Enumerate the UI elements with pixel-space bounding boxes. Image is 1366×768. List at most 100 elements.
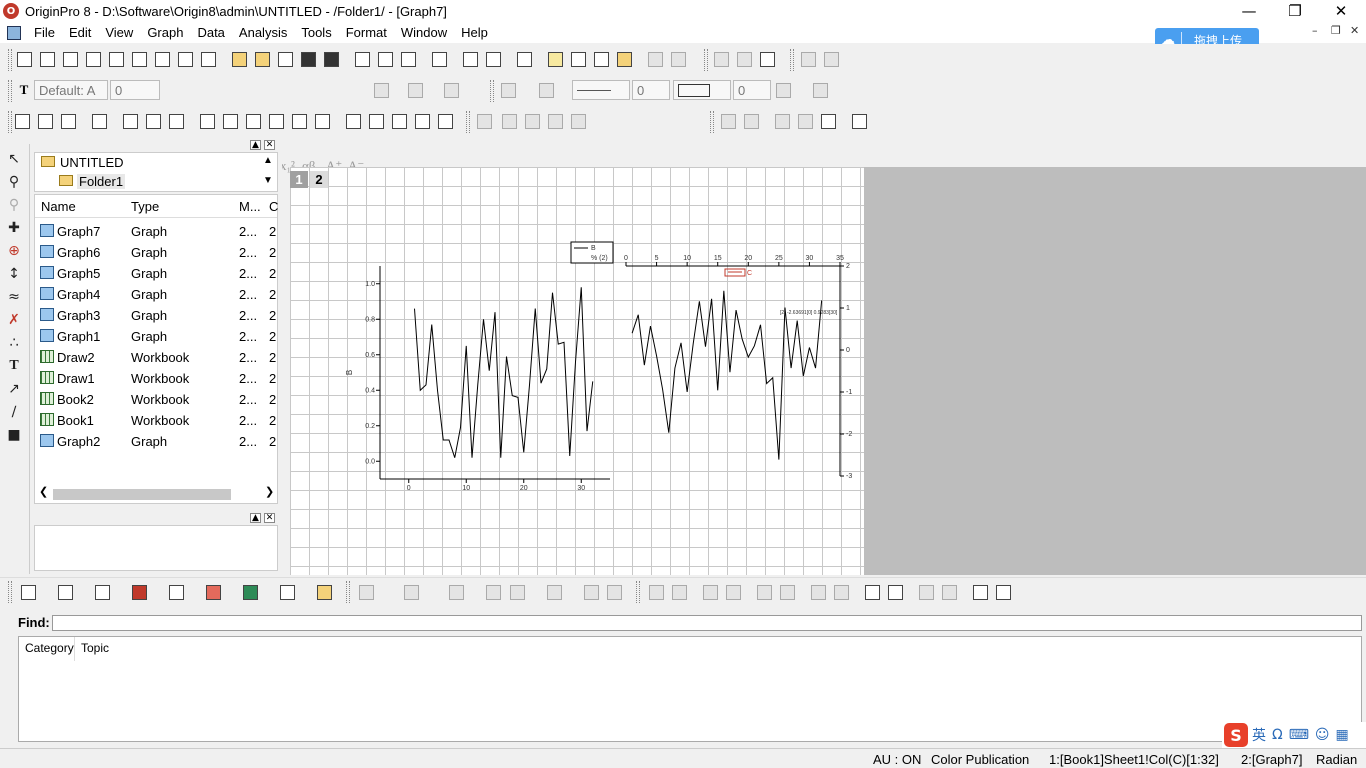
tab-topic[interactable]: Topic (81, 641, 109, 655)
merge-graphs-icon[interactable] (994, 583, 1012, 601)
toolbar-grip[interactable] (466, 111, 470, 133)
font-size-select[interactable]: 0 (110, 80, 160, 100)
ime-language[interactable]: 英 (1252, 725, 1266, 745)
origin-app-icon[interactable]: O (3, 3, 19, 19)
baseline-icon[interactable] (796, 112, 814, 130)
mask-range-icon[interactable] (500, 112, 518, 130)
polar-plot-icon[interactable] (278, 583, 296, 601)
line-color-icon[interactable] (537, 81, 555, 99)
add-column-icon[interactable] (799, 50, 817, 68)
list-item-book2[interactable]: Book2 Workbook 2... 2 (35, 389, 279, 410)
disable-mask-icon[interactable] (719, 112, 737, 130)
axis-box-icon[interactable] (267, 112, 285, 130)
translate-icon[interactable] (850, 112, 868, 130)
rectangle-tool-icon[interactable]: ■ (5, 426, 23, 444)
mdi-restore-button[interactable]: ❐ (1331, 24, 1341, 37)
zoom-disabled-icon[interactable]: ⚲ (5, 196, 23, 214)
regional-mask-icon[interactable]: ✗ (5, 311, 23, 329)
send-back-icon[interactable] (886, 583, 904, 601)
toolbar-grip[interactable] (8, 49, 12, 71)
save-template-icon[interactable] (322, 50, 340, 68)
project-explorer-icon[interactable] (515, 50, 533, 68)
menu-tools[interactable]: Tools (294, 25, 338, 40)
timestamp-icon[interactable] (413, 112, 431, 130)
tree-scroll-down-icon[interactable]: ▼ (263, 175, 273, 186)
toolbar-grip[interactable] (704, 49, 708, 71)
data-selector-icon[interactable]: ↕ (5, 265, 23, 283)
contour-icon[interactable] (545, 583, 563, 601)
script-window-icon[interactable] (592, 50, 610, 68)
add-table-icon[interactable] (822, 50, 840, 68)
3d-surface-icon[interactable] (357, 583, 375, 601)
mdi-minimize-button[interactable]: – (1312, 24, 1318, 37)
column-plot-icon[interactable] (130, 583, 148, 601)
toolbar-grip[interactable] (490, 80, 494, 102)
area-plot-icon[interactable] (241, 583, 259, 601)
list-item-graph4[interactable]: Graph4 Graph 2... 2 (35, 284, 279, 305)
new-workbook-icon[interactable] (61, 50, 79, 68)
ime-punctuation-icon[interactable]: Ω (1272, 727, 1283, 743)
paste-icon[interactable] (758, 50, 776, 68)
refresh-icon[interactable] (461, 50, 479, 68)
list-item-book1[interactable]: Book1 Workbook 2... 2 (35, 410, 279, 431)
graph-canvas[interactable]: 0 10 20 300.00.20.40.60.81.0B0 5 10 15 20 25 30 35… (290, 167, 864, 575)
zoom-out-icon[interactable] (36, 112, 54, 130)
add-layer-icon[interactable] (646, 50, 664, 68)
new-notes-icon[interactable] (199, 50, 217, 68)
mask-point-icon[interactable] (523, 112, 541, 130)
list-item-graph6[interactable]: Graph6 Graph 2... 2 (35, 242, 279, 263)
new-project-icon[interactable] (15, 50, 33, 68)
3d-bar-icon[interactable] (402, 583, 420, 601)
scroll-left-icon[interactable]: ❮ (39, 485, 48, 498)
3d-wire-icon[interactable] (447, 583, 465, 601)
multi-panel-icon[interactable] (167, 583, 185, 601)
toolbar-grip[interactable] (636, 581, 640, 603)
pe-float-icon[interactable]: ▲ (250, 140, 261, 150)
new-layer-linked-icon[interactable] (167, 112, 185, 130)
col-header-c[interactable]: C (269, 199, 278, 214)
list-item-graph7[interactable]: Graph7 Graph 2... 2 (35, 221, 279, 242)
menu-edit[interactable]: Edit (62, 25, 98, 40)
col-header-modified[interactable]: M... (239, 199, 261, 214)
menu-format[interactable]: Format (339, 25, 394, 40)
menu-file[interactable]: File (27, 25, 62, 40)
new-function-icon[interactable] (153, 50, 171, 68)
arrow-tool-icon[interactable]: ↗ (5, 380, 23, 398)
line-style-select[interactable] (572, 80, 630, 100)
new-layer-tr-icon[interactable] (144, 112, 162, 130)
toolbar-grip[interactable] (8, 111, 12, 133)
col-header-name[interactable]: Name (41, 199, 76, 214)
ungroup-icon[interactable] (940, 583, 958, 601)
import-wizard-icon[interactable] (399, 50, 417, 68)
zoom-icon[interactable]: ⚲ (5, 173, 23, 191)
ime-keyboard-icon[interactable]: ⌨ (1289, 727, 1309, 743)
toolbar-grip[interactable] (8, 581, 12, 603)
tree-item-untitled[interactable]: UNTITLED (60, 155, 124, 170)
notes-float-icon[interactable]: ▲ (250, 513, 261, 523)
col-header-type[interactable]: Type (131, 199, 159, 214)
menu-graph[interactable]: Graph (140, 25, 190, 40)
menu-window[interactable]: Window (394, 25, 454, 40)
data-reader-icon[interactable]: ⊕ (5, 242, 23, 260)
command-window-icon[interactable] (569, 50, 587, 68)
scroll-thumb[interactable] (53, 489, 231, 500)
notes-close-icon[interactable]: ✕ (264, 513, 275, 523)
list-item-graph2[interactable]: Graph2 Graph 2... 2 (35, 431, 279, 452)
tree-scroll-up-icon[interactable]: ▲ (263, 155, 273, 166)
pattern-select[interactable] (673, 80, 731, 100)
fill-color-icon[interactable] (499, 81, 517, 99)
scatter-plot-icon[interactable] (56, 583, 74, 601)
line-tool-icon[interactable]: ∕ (5, 403, 23, 421)
close-button[interactable]: ✕ (1318, 0, 1364, 22)
save-project-icon[interactable] (299, 50, 317, 68)
open-template-icon[interactable] (253, 50, 271, 68)
results-log-icon[interactable] (546, 50, 564, 68)
list-item-draw1[interactable]: Draw1 Workbook 2... 2 (35, 368, 279, 389)
waterfall-icon[interactable] (605, 583, 623, 601)
line-symbol-icon[interactable] (93, 583, 111, 601)
pattern-grid-icon[interactable] (811, 81, 829, 99)
scroll-right-icon[interactable]: ❯ (265, 485, 274, 498)
duplicate-icon[interactable] (484, 50, 502, 68)
import-multiple-icon[interactable] (376, 50, 394, 68)
minimize-button[interactable]: — (1226, 0, 1272, 22)
